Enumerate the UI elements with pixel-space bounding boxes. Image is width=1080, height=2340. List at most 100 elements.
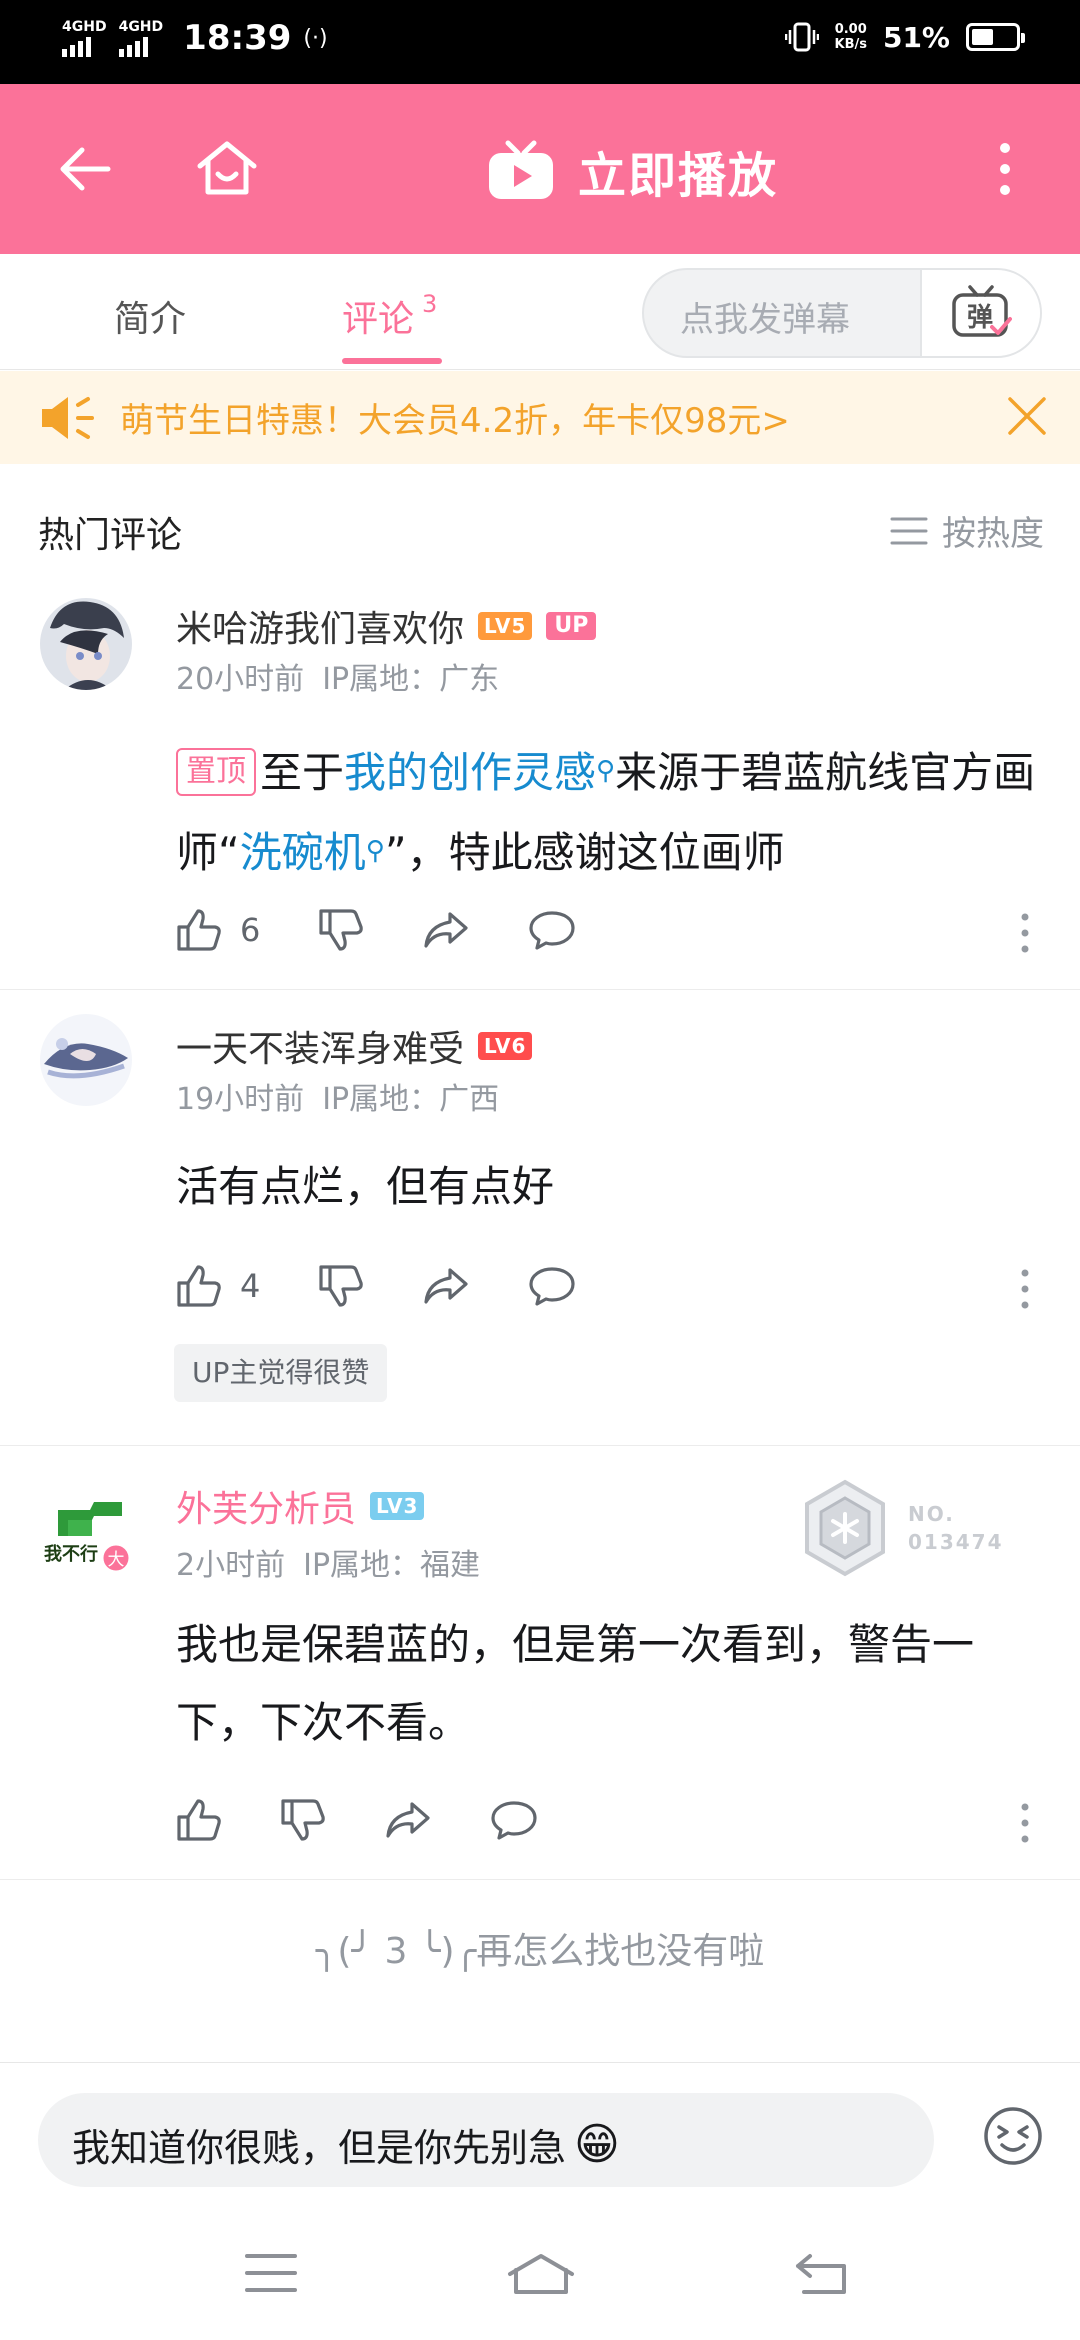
sort-label: 按热度 [942, 514, 1044, 554]
hot-comments-title: 热门评论 [38, 515, 183, 556]
comment-meta: 2小时前 IP属地：福建 [176, 1540, 480, 1584]
dislike-button[interactable] [318, 1264, 364, 1308]
comment-meta: 19小时前 IP属地：广西 [176, 1074, 499, 1118]
comment-username[interactable]: 一天不装浑身难受 LV6 [176, 1020, 533, 1072]
list-sort-icon [890, 517, 928, 544]
avatar[interactable] [40, 1014, 132, 1106]
avatar[interactable] [40, 598, 132, 690]
back-arrow-icon[interactable] [50, 134, 120, 204]
medal-line1: NO. [908, 1502, 955, 1526]
comment-more-icon[interactable] [1020, 912, 1030, 954]
emoji-picker-icon[interactable] [982, 2105, 1044, 2167]
comment-ip: IP属地：广东 [322, 662, 500, 697]
comment-time: 2小时前 [176, 1548, 286, 1583]
like-count: 6 [240, 911, 261, 949]
search-link-icon: ⚲ [365, 836, 385, 866]
active-tab-indicator [342, 358, 442, 364]
tab-comments[interactable]: 评论 3 [342, 290, 437, 342]
danmaku-toggle-button[interactable]: 弹 [920, 270, 1040, 356]
play-now-label: 立即播放 [578, 148, 779, 204]
comment-input[interactable]: 我知道你很贱，但是你先别急 😁 [38, 2093, 934, 2187]
comment-more-icon[interactable] [1020, 1802, 1030, 1844]
thumbs-up-icon [177, 1265, 221, 1307]
battery-percent: 51% [882, 20, 950, 54]
vip-promo-banner[interactable]: 萌节生日特惠！大会员4.2折，年卡仅98元> [0, 371, 1080, 464]
danmaku-tv-icon: 弹 [952, 285, 1012, 337]
sort-button[interactable]: 按热度 [890, 506, 1044, 555]
close-icon[interactable] [1002, 391, 1052, 441]
share-icon [424, 912, 468, 948]
network-speed-value: 0.00 [834, 22, 867, 37]
like-button[interactable]: 6 [176, 908, 260, 952]
no-more-comments: ╮(╯ 3 ╰)╭再怎么找也没有啦 [315, 1931, 765, 1972]
comment-text: 我也是保碧蓝的，但是第一次看到，警告一下，下次不看。 [176, 1620, 975, 1747]
danmaku-input[interactable]: 点我发弹幕 弹 [642, 268, 1042, 358]
comment-meta: 20小时前 IP属地：广东 [176, 654, 499, 698]
dislike-button[interactable] [280, 1798, 326, 1842]
level-badge: LV3 [370, 1492, 425, 1520]
battery-icon [966, 23, 1025, 51]
comment-time: 19小时前 [176, 1082, 305, 1117]
comment-input-bar: 我知道你很贱，但是你先别急 😁 [0, 2062, 1080, 2212]
more-vertical-icon[interactable] [970, 134, 1040, 204]
signal-sim1: 4GHD [62, 19, 107, 57]
network-speed-unit: KB/s [834, 37, 867, 52]
dislike-button[interactable] [318, 908, 364, 952]
speaker-icon [42, 397, 94, 439]
grin-emoji-icon: 😁 [574, 2119, 620, 2170]
comment-item: 一天不装浑身难受 LV6 19小时前 IP属地：广西 活有点烂，但有点好 4 UP… [0, 990, 1080, 1446]
tab-comments-label: 评论 [342, 299, 415, 340]
comment-actions: 4 [176, 1264, 634, 1308]
tab-intro-label: 简介 [114, 299, 187, 340]
home-icon[interactable] [192, 134, 262, 204]
video-top-bar: 立即播放 [0, 84, 1080, 254]
comment-username[interactable]: 米哈游我们喜欢你 LV5 UP [176, 600, 597, 652]
share-button[interactable] [422, 910, 470, 950]
tab-bar: 简介 评论 3 点我发弹幕 弹 [0, 254, 1080, 370]
comment-text-part: ”，特此感谢这位画师 [384, 828, 785, 877]
signal-bars-icon [62, 35, 91, 57]
username-text: 外芙分析员 [176, 1489, 357, 1530]
like-count: 4 [240, 1267, 261, 1305]
search-link[interactable]: 洗碗机⚲ [240, 828, 385, 877]
thumbs-down-icon [319, 1265, 364, 1307]
up-badge: UP [546, 612, 597, 640]
medal-line2: 013474 [908, 1530, 1004, 1554]
up-liked-tag: UP主觉得很赞 [174, 1344, 388, 1402]
comment-ip: IP属地：广西 [322, 1082, 500, 1117]
search-link[interactable]: 我的创作灵感⚲ [344, 748, 615, 797]
play-now-button[interactable]: 立即播放 [486, 136, 778, 206]
search-link-text: 洗碗机 [239, 828, 366, 877]
comment-actions: 6 [176, 908, 634, 952]
search-link-icon: ⚲ [596, 756, 616, 786]
reply-bubble-icon [529, 1267, 575, 1306]
nav-home-icon[interactable] [506, 2252, 576, 2296]
reply-button[interactable] [528, 909, 576, 951]
share-button[interactable] [384, 1800, 432, 1840]
comment-username[interactable]: 外芙分析员 LV3 [176, 1480, 425, 1532]
share-icon [386, 1802, 430, 1838]
comment-actions [176, 1798, 596, 1842]
signal-sim2: 4GHD [118, 19, 163, 57]
like-button[interactable] [176, 1798, 222, 1842]
vibrate-icon [784, 22, 819, 52]
menu-icon[interactable] [244, 2252, 298, 2294]
avatar-text: 我不行 [44, 1543, 98, 1565]
like-button[interactable]: 4 [176, 1264, 260, 1308]
avatar-badge: 大 [108, 1550, 125, 1570]
network-speed: 0.00 KB/s [835, 22, 867, 52]
comment-text-part: 至于 [260, 748, 345, 797]
avatar[interactable]: 我不行 大 [40, 1480, 140, 1580]
reply-button[interactable] [490, 1799, 538, 1841]
comment-more-icon[interactable] [1020, 1268, 1030, 1310]
reply-bubble-icon [529, 911, 575, 950]
clock: 18:39 [183, 18, 292, 58]
level-badge: LV5 [478, 612, 533, 640]
comment-ip: IP属地：福建 [303, 1548, 481, 1583]
thumbs-down-icon [319, 909, 364, 951]
reply-button[interactable] [528, 1265, 576, 1307]
nav-back-icon[interactable] [794, 2252, 850, 2296]
tab-intro[interactable]: 简介 [114, 290, 186, 342]
comment-text: 置顶 至于我的创作灵感⚲来源于碧蓝航线官方画师“洗碗机⚲”，特此感谢这位画师 [176, 732, 1036, 892]
share-button[interactable] [422, 1266, 470, 1306]
